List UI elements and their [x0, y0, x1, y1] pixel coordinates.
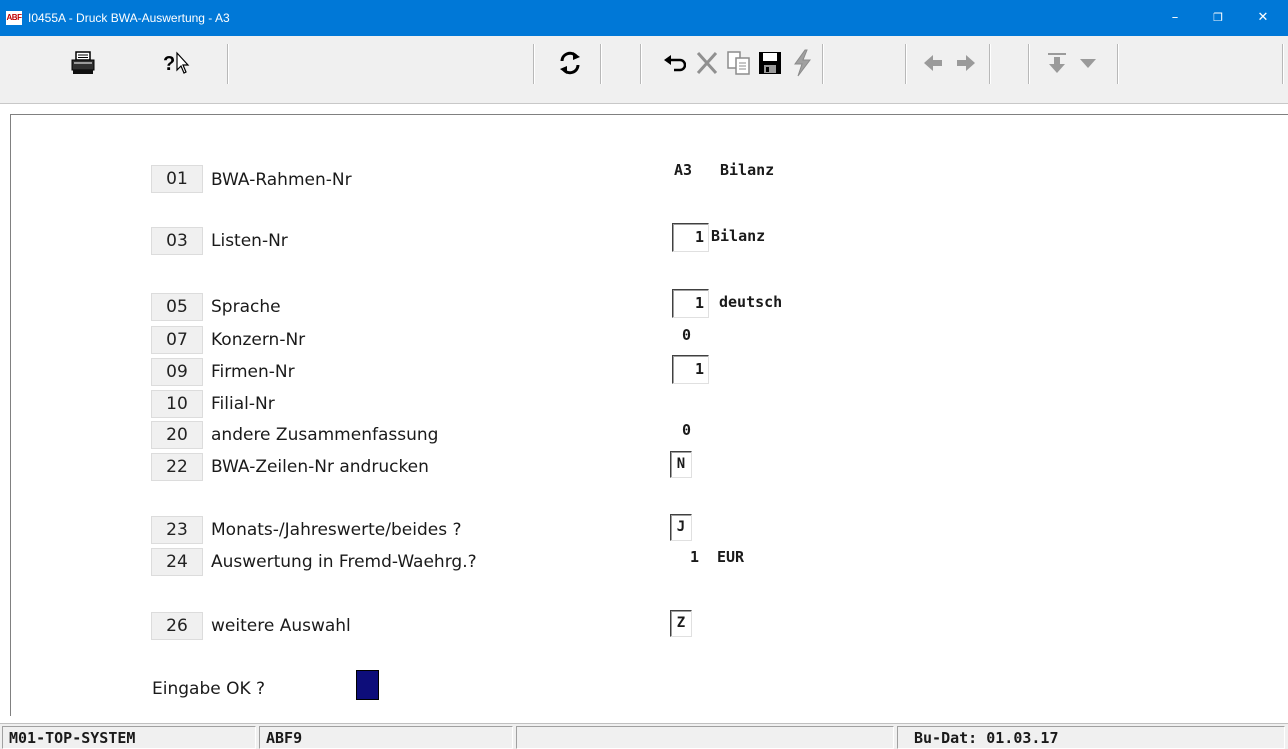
field-label-sprache: Sprache — [211, 297, 281, 317]
field-number-07[interactable]: 07 — [151, 326, 203, 354]
save-button[interactable] — [753, 46, 787, 80]
refresh-icon — [560, 51, 580, 75]
undo-icon — [664, 55, 686, 72]
toolbar-separator — [822, 44, 824, 84]
weitere-auswahl-input[interactable]: Z — [670, 610, 692, 637]
app-logo-icon: ABF — [6, 11, 22, 25]
title-bar: ABF I0455A - Druck BWA-Auswertung - A3 –… — [0, 0, 1288, 36]
status-system: M01-TOP-SYSTEM — [2, 726, 256, 749]
toolbar-separator — [1282, 44, 1284, 84]
context-help-icon: ? — [163, 51, 190, 75]
copy-button[interactable] — [722, 46, 756, 80]
field-label-listen-nr: Listen-Nr — [211, 231, 288, 251]
field-label-bwa-zeilen-nr-andrucken: BWA-Zeilen-Nr andrucken — [211, 457, 429, 477]
field-number-24[interactable]: 24 — [151, 548, 203, 576]
field-label-firmen-nr: Firmen-Nr — [211, 362, 295, 382]
field-number-20[interactable]: 20 — [151, 421, 203, 449]
eingabe-ok-input[interactable] — [356, 670, 379, 700]
status-booking-date: Bu-Dat: 01.03.17 — [897, 726, 1285, 749]
sprache-description: deutsch — [719, 293, 783, 311]
eingabe-ok-prompt: Eingabe OK ? — [152, 679, 266, 699]
toolbar-separator — [227, 44, 229, 84]
maximize-button[interactable]: ❐ — [1195, 0, 1241, 36]
bwa-zeilen-nr-input[interactable]: N — [670, 451, 692, 478]
previous-button[interactable] — [916, 46, 950, 80]
konzern-nr-value: 0 — [682, 326, 692, 344]
field-number-26[interactable]: 26 — [151, 612, 203, 640]
sprache-input[interactable]: 1 — [672, 289, 709, 318]
print-icon — [71, 51, 95, 74]
arrow-right-icon — [957, 55, 975, 71]
save-icon — [759, 52, 781, 74]
arrow-down-icon — [1048, 53, 1066, 73]
dropdown-icon — [1080, 59, 1096, 68]
lightning-icon — [794, 49, 811, 77]
monats-jahreswerte-input[interactable]: J — [670, 514, 692, 541]
lightning-button[interactable] — [785, 46, 819, 80]
toolbar: ? — [0, 36, 1288, 104]
toolbar-separator — [1117, 44, 1119, 84]
field-label-monats-jahreswerte: Monats-/Jahreswerte/beides ? — [211, 520, 462, 540]
toolbar-separator — [905, 44, 907, 84]
listen-nr-description: Bilanz — [711, 227, 766, 245]
status-message — [516, 726, 894, 749]
close-button[interactable]: ✕ — [1240, 0, 1286, 36]
copy-icon — [727, 51, 750, 75]
field-label-bwa-rahmen-nr: BWA-Rahmen-Nr — [211, 170, 352, 190]
bwa-rahmen-description: Bilanz — [720, 161, 775, 179]
field-label-andere-zusammenfassung: andere Zusammenfassung — [211, 425, 439, 445]
status-user: ABF9 — [259, 726, 513, 749]
toolbar-separator — [640, 44, 642, 84]
fremd-waehrung-value: 1 — [690, 548, 700, 566]
firmen-nr-input[interactable]: 1 — [672, 355, 709, 384]
toolbar-separator — [989, 44, 991, 84]
status-bar: M01-TOP-SYSTEM ABF9 Bu-Dat: 01.03.17 — [0, 723, 1288, 749]
toolbar-separator — [600, 44, 602, 84]
field-number-03[interactable]: 03 — [151, 227, 203, 255]
field-number-10[interactable]: 10 — [151, 390, 203, 418]
andere-zusammenfassung-value: 0 — [682, 421, 692, 439]
arrow-left-icon — [924, 55, 942, 71]
field-number-09[interactable]: 09 — [151, 358, 203, 386]
delete-icon — [696, 51, 718, 75]
delete-button[interactable] — [690, 46, 724, 80]
field-label-konzern-nr: Konzern-Nr — [211, 330, 306, 350]
field-number-22[interactable]: 22 — [151, 453, 203, 481]
help-question-mark: ? — [163, 53, 175, 75]
move-down-button[interactable] — [1040, 46, 1074, 80]
next-button[interactable] — [949, 46, 983, 80]
toolbar-separator — [533, 44, 535, 84]
listen-nr-input[interactable]: 1 — [672, 223, 709, 252]
toolbar-separator — [1028, 44, 1030, 84]
field-label-fremd-waehrung: Auswertung in Fremd-Waehrg.? — [211, 552, 477, 572]
field-number-01[interactable]: 01 — [151, 165, 203, 193]
print-button[interactable] — [66, 46, 100, 80]
field-label-filial-nr: Filial-Nr — [211, 394, 275, 414]
window-title: I0455A - Druck BWA-Auswertung - A3 — [28, 11, 230, 25]
field-label-weitere-auswahl: weitere Auswahl — [211, 616, 351, 636]
context-help-button[interactable]: ? — [160, 46, 194, 80]
dropdown-button[interactable] — [1071, 46, 1105, 80]
minimize-button[interactable]: – — [1152, 0, 1198, 36]
undo-button[interactable] — [657, 46, 691, 80]
fremd-waehrung-currency: EUR — [717, 548, 745, 566]
field-number-23[interactable]: 23 — [151, 516, 203, 544]
refresh-button[interactable] — [553, 46, 587, 80]
field-number-05[interactable]: 05 — [151, 293, 203, 321]
bwa-rahmen-value: A3 — [674, 161, 693, 179]
